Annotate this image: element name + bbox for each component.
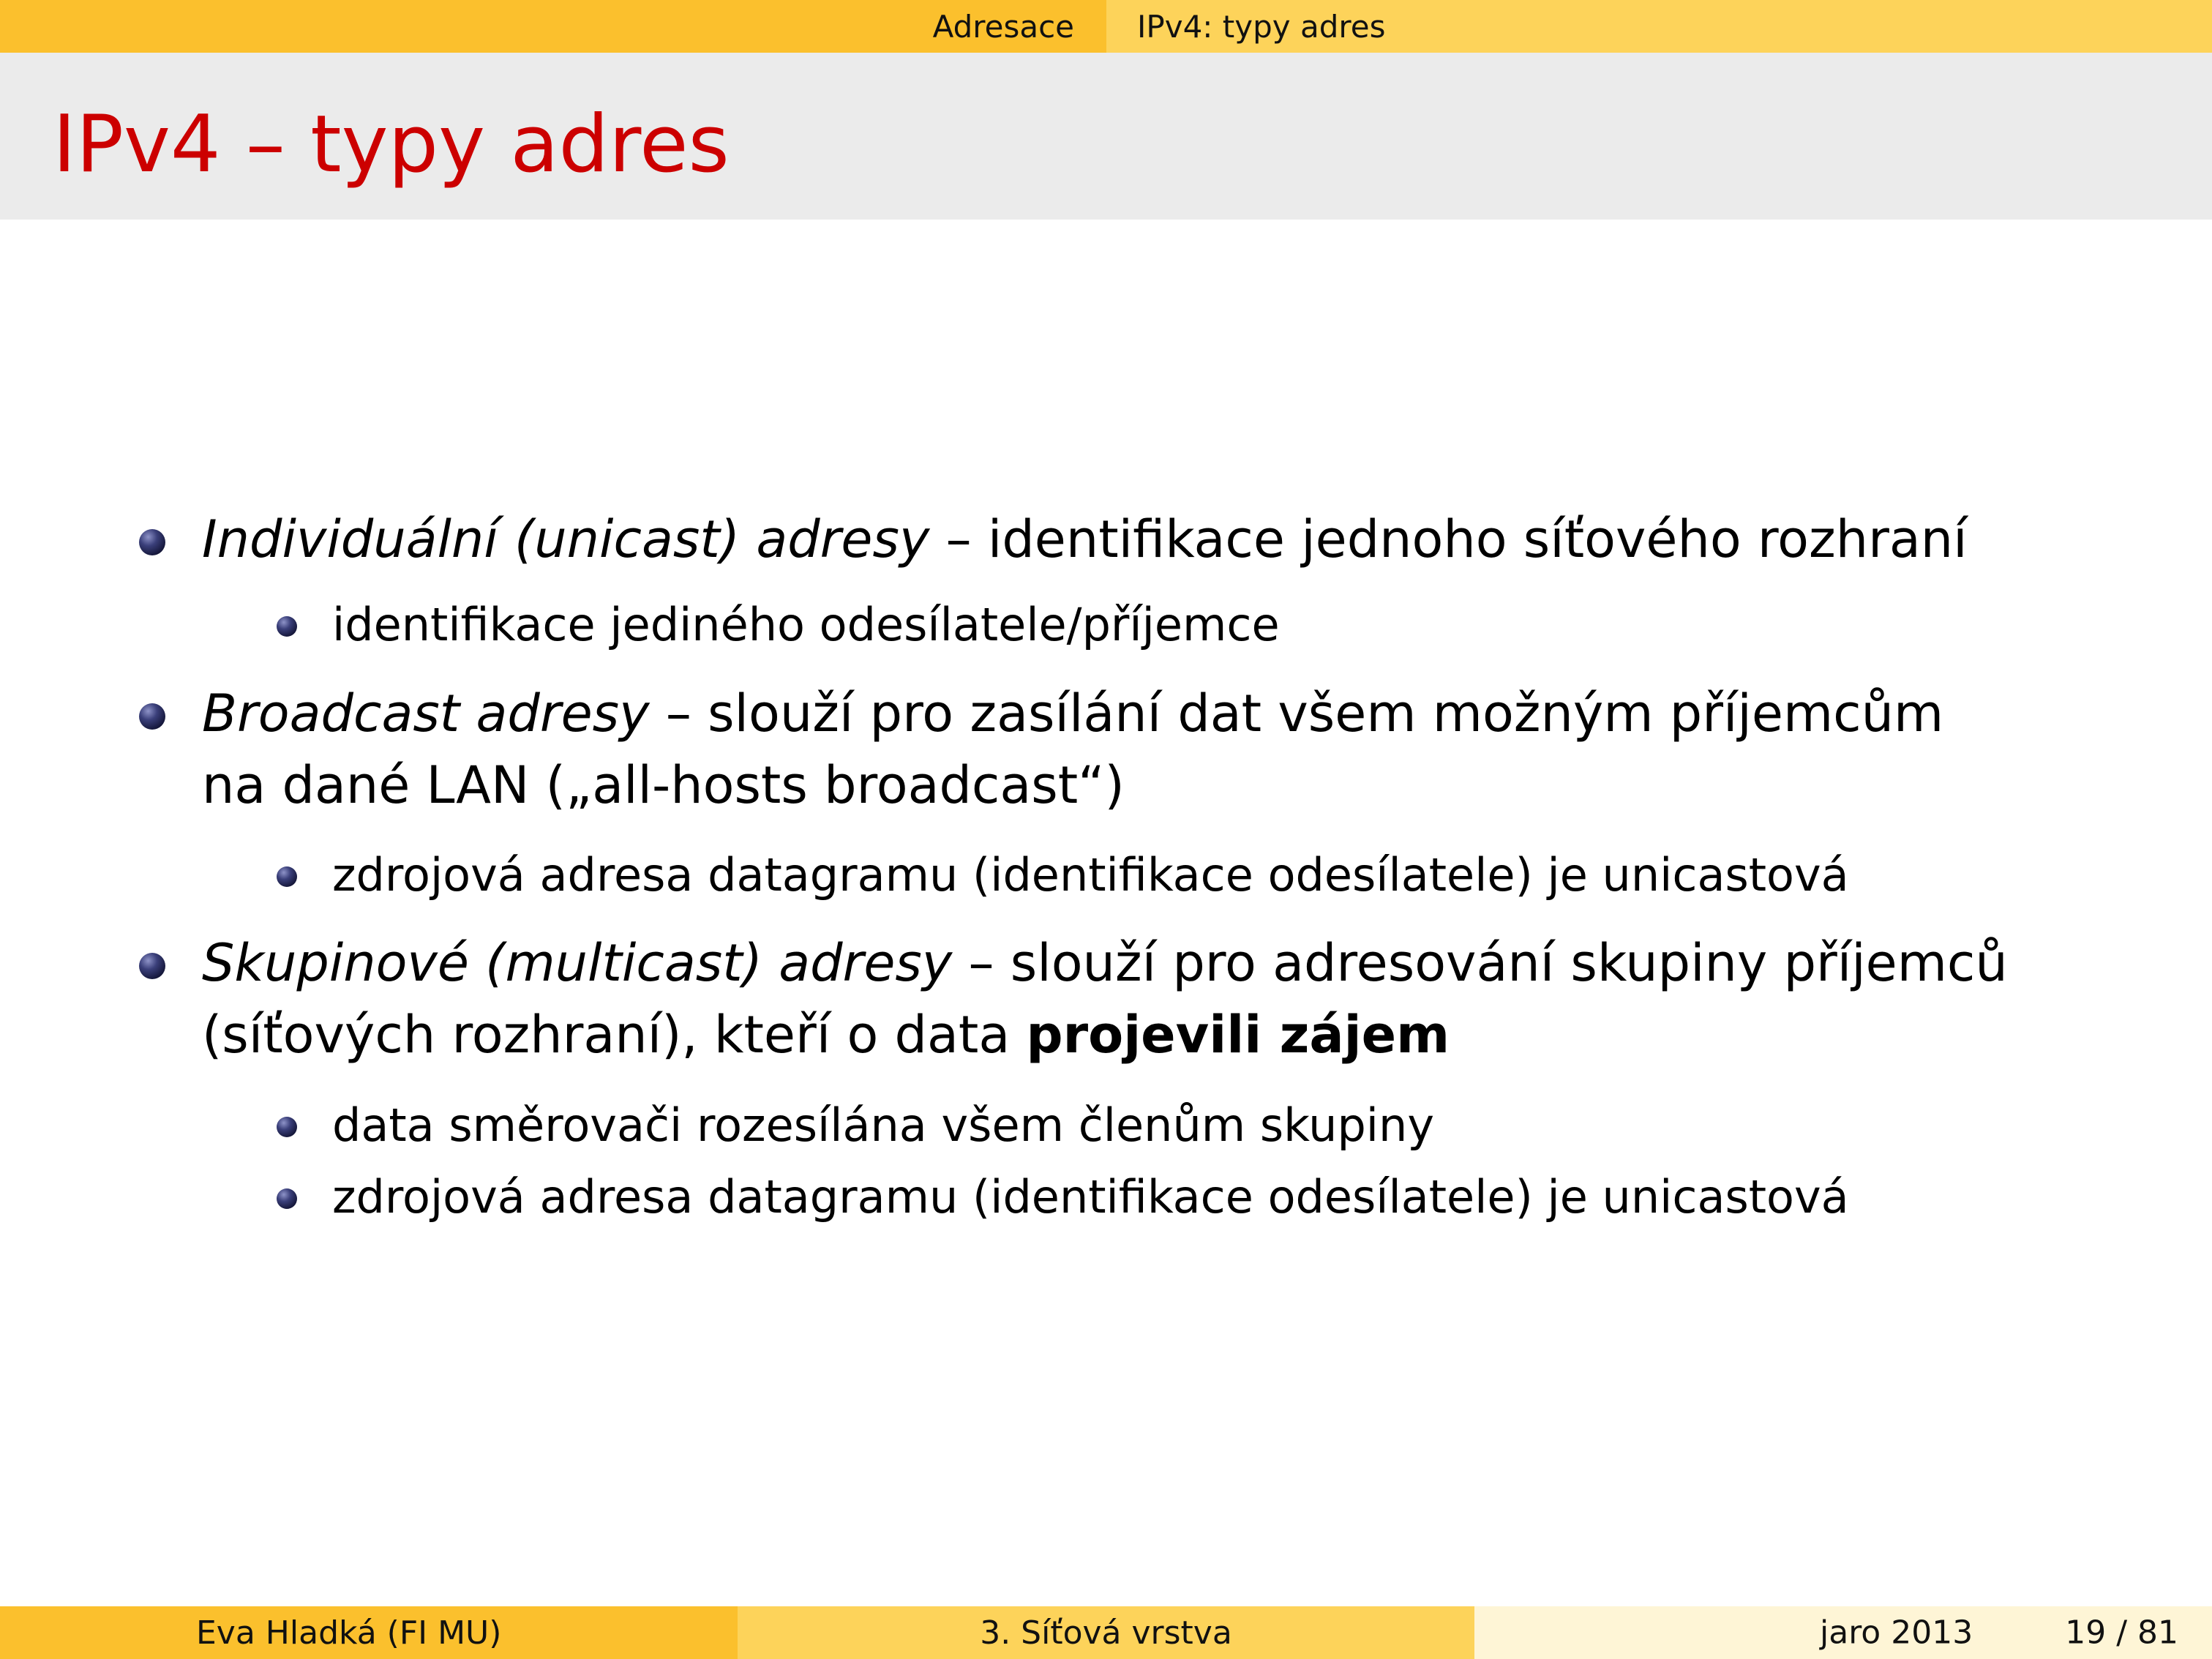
bullet-term: Broadcast adresy <box>202 684 650 744</box>
bullet-description: – identifikace jednoho síťového rozhraní <box>929 509 1968 569</box>
bullet-continuation: na dané LAN („all-hosts broadcast“) <box>202 755 1125 815</box>
sub-bullet-item: data směrovači rozesílána všem členům sk… <box>332 1098 1435 1152</box>
bullet-term: Skupinové (multicast) adresy <box>202 933 953 993</box>
sub-bullet-item: zdrojová adresa datagramu (identifikace … <box>332 848 1849 902</box>
footer-author: Eva Hladká (FI MU) <box>196 1614 502 1652</box>
bullet-description: – slouží pro adresování skupiny příjemců <box>952 933 2008 993</box>
footer-date: jaro 2013 <box>1820 1614 1973 1652</box>
bullet-continuation: (síťových rozhraní), kteří o data projev… <box>202 1009 1450 1060</box>
bullet-item-unicast: Individuální (unicast) adresy – identifi… <box>202 514 1968 565</box>
sub-bullet-item: identifikace jediného odesílatele/příjem… <box>332 598 1280 651</box>
sub-bullet-icon <box>277 866 297 887</box>
bullet-description: – slouží pro zasílání dat všem možným př… <box>649 684 1944 744</box>
footer-chapter: 3. Síťová vrstva <box>980 1614 1232 1652</box>
bullet-term: Individuální (unicast) adresy <box>202 509 930 569</box>
footer-author-cell: Eva Hladká (FI MU) <box>0 1606 738 1659</box>
bullet-item-multicast: Skupinové (multicast) adresy – slouží pr… <box>202 937 2008 989</box>
bullet-icon <box>139 703 165 730</box>
sub-bullet-item: zdrojová adresa datagramu (identifikace … <box>332 1170 1849 1224</box>
bullet-item-broadcast: Broadcast adresy – slouží pro zasílání d… <box>202 688 1943 739</box>
continuation-text: (síťových rozhraní), kteří o data <box>202 1005 1027 1065</box>
sub-bullet-icon <box>277 1188 297 1209</box>
footer-page-number: 19 / 81 <box>2065 1614 2178 1652</box>
bullet-icon <box>139 953 165 979</box>
footer-info-cell: jaro 2013 19 / 81 <box>1474 1606 2212 1659</box>
footer-chapter-cell: 3. Síťová vrstva <box>738 1606 1474 1659</box>
emphasis-text: projevili zájem <box>1026 1005 1450 1065</box>
sub-bullet-icon <box>277 616 297 637</box>
footer-bar: Eva Hladká (FI MU) 3. Síťová vrstva jaro… <box>0 1606 2212 1659</box>
sub-bullet-icon <box>277 1117 297 1137</box>
slide-content: Individuální (unicast) adresy – identifi… <box>0 0 2212 1659</box>
bullet-icon <box>139 529 165 555</box>
